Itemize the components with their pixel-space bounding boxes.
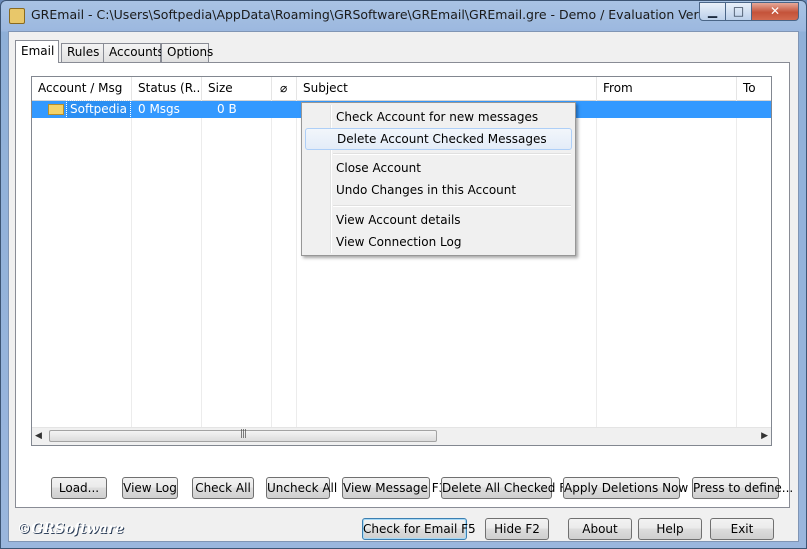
column-header-from[interactable]: From [597, 77, 737, 100]
minimize-button[interactable]: ▁ [699, 2, 726, 21]
tab-accounts[interactable]: Accounts [103, 43, 164, 62]
scroll-left-icon[interactable]: ◀ [35, 431, 42, 441]
column-divider [296, 100, 297, 427]
app-icon [9, 8, 25, 24]
check-for-email-button[interactable]: Check for Email F5 [362, 518, 476, 540]
press-to-define-button[interactable]: Press to define... [692, 477, 793, 499]
folder-icon [48, 104, 64, 115]
scroll-right-icon[interactable]: ▶ [761, 431, 768, 441]
about-button[interactable]: About [568, 518, 632, 540]
column-divider [596, 100, 597, 427]
check-all-button[interactable]: Check All [192, 477, 254, 499]
view-message-button[interactable]: View Message F3 [342, 477, 446, 499]
menu-separator [333, 205, 571, 207]
column-divider [201, 100, 202, 427]
column-header-status[interactable]: Status (R... [132, 77, 202, 100]
scroll-grip: ||| [240, 429, 247, 439]
menu-item-check-account[interactable]: Check Account for new messages [305, 106, 572, 128]
apply-deletions-button[interactable]: Apply Deletions Now F9 [563, 477, 707, 499]
tab-email[interactable]: Email [15, 40, 59, 63]
column-header-to[interactable]: To [737, 77, 771, 100]
account-name: Softpedia [66, 100, 131, 119]
menu-item-view-account-details[interactable]: View Account details [305, 209, 572, 231]
column-header-attachment[interactable]: ⌀ [272, 77, 297, 100]
column-divider [736, 100, 737, 427]
scroll-thumb[interactable]: ||| [49, 429, 437, 442]
horizontal-scrollbar[interactable]: ◀ ||| ▶ [32, 427, 771, 445]
load-button[interactable]: Load... [51, 477, 107, 499]
menu-item-close-account[interactable]: Close Account [305, 157, 572, 179]
context-menu: Check Account for new messages Delete Ac… [301, 102, 576, 256]
list-header: Account / Msg Status (R... Size ⌀ Subjec… [32, 77, 771, 101]
window-title: GREmail - C:\Users\Softpedia\AppData\Roa… [31, 7, 725, 22]
close-button[interactable]: ✕ [751, 2, 799, 21]
view-log-button[interactable]: View Log [122, 477, 178, 499]
delete-all-checked-button[interactable]: Delete All Checked F8 [441, 477, 574, 499]
tab-options[interactable]: Options [161, 43, 213, 62]
uncheck-all-button[interactable]: Uncheck All [266, 477, 337, 499]
exit-button[interactable]: Exit [710, 518, 774, 540]
main-window: GREmail - C:\Users\Softpedia\AppData\Roa… [0, 0, 807, 549]
maximize-button[interactable]: □ [725, 2, 752, 21]
column-divider [131, 100, 132, 427]
menu-item-undo-changes[interactable]: Undo Changes in this Account [305, 179, 572, 201]
hide-button[interactable]: Hide F2 [485, 518, 549, 540]
column-divider [271, 100, 272, 427]
menu-separator [333, 153, 571, 155]
help-button[interactable]: Help [638, 518, 702, 540]
tab-rules[interactable]: Rules [61, 43, 104, 62]
column-header-subject[interactable]: Subject [297, 77, 597, 100]
paperclip-icon: ⌀ [280, 81, 288, 95]
menu-item-delete-checked[interactable]: Delete Account Checked Messages [305, 128, 572, 150]
column-header-account[interactable]: Account / Msg [32, 77, 132, 100]
status-cell: 0 Msgs [138, 102, 180, 116]
copyright-logo: ©GRSoftware [17, 521, 124, 537]
menu-item-view-connection-log[interactable]: View Connection Log [305, 231, 572, 253]
title-bar[interactable]: GREmail - C:\Users\Softpedia\AppData\Roa… [1, 1, 806, 31]
column-header-size[interactable]: Size [202, 77, 272, 100]
size-cell: 0 B [217, 102, 237, 116]
